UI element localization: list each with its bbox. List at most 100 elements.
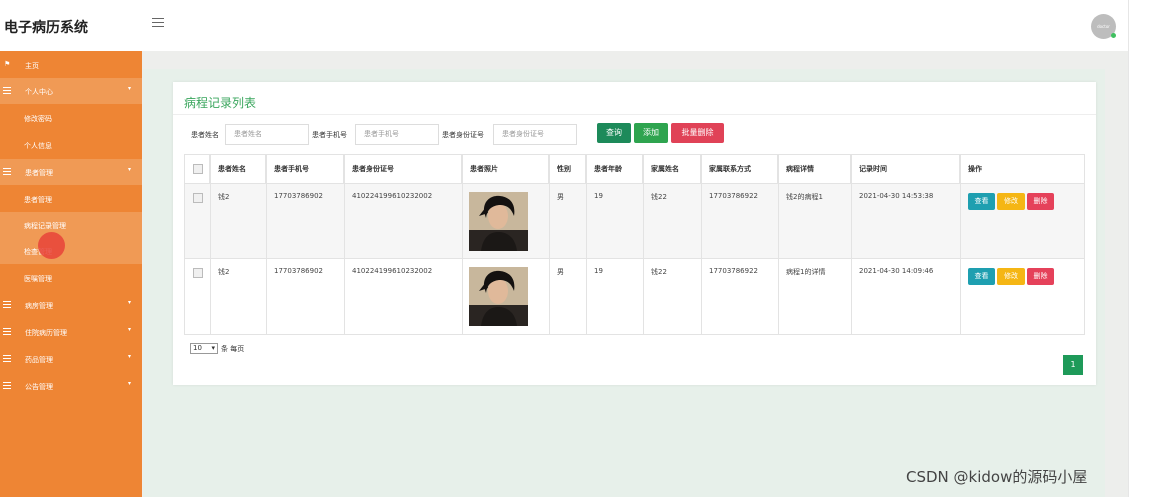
- chevron-down-icon: ▾: [128, 380, 132, 387]
- sidebar-item-ward[interactable]: 病房管理 ▾: [0, 292, 142, 318]
- cell-family-name: 钱22: [651, 268, 667, 276]
- phone-label: 患者手机号: [312, 131, 347, 139]
- page-size-value: 10: [193, 344, 202, 352]
- batch-delete-button[interactable]: 批量删除: [671, 123, 724, 143]
- watermark: CSDN @kidow的源码小屋: [906, 468, 1088, 486]
- menu-grid-icon: [3, 87, 11, 94]
- sidebar-item-label: 修改密码: [24, 115, 52, 123]
- top-bar: 电子病历系统 doctor: [0, 0, 1128, 51]
- menu-grid-icon: [3, 301, 11, 308]
- sidebar-item-change-password[interactable]: 修改密码: [0, 105, 142, 131]
- sidebar-item-label: 住院病历管理: [25, 329, 67, 337]
- cell-id-card: 410224199610232002: [352, 192, 433, 200]
- sidebar-item-inpatient-records[interactable]: 住院病历管理 ▾: [0, 319, 142, 345]
- column-divider: [701, 155, 702, 334]
- sidebar-item-label: 主页: [25, 62, 39, 70]
- sidebar-item-label: 个人信息: [24, 142, 52, 150]
- column-divider: [851, 155, 852, 334]
- column-header: 记录时间: [851, 155, 960, 183]
- per-page-text: 条 每页: [221, 345, 245, 353]
- row-checkbox[interactable]: [193, 193, 203, 203]
- view-button[interactable]: 查看: [968, 268, 995, 285]
- page-title: 病程记录列表: [184, 96, 257, 110]
- page-size-select[interactable]: 10 ▾: [190, 343, 218, 354]
- id-input[interactable]: 患者身份证号: [493, 124, 577, 145]
- sidebar-item-label: 药品管理: [25, 356, 53, 364]
- patient-photo: [469, 267, 528, 326]
- cell-family-phone: 17703786922: [709, 267, 758, 275]
- column-divider: [210, 155, 211, 334]
- cell-id-card: 410224199610232002: [352, 267, 433, 275]
- column-divider: [960, 155, 961, 334]
- column-divider: [266, 155, 267, 334]
- cell-gender: 男: [557, 268, 564, 276]
- cell-age: 19: [594, 267, 603, 275]
- select-all-checkbox[interactable]: [193, 164, 203, 174]
- page-button-current[interactable]: 1: [1063, 355, 1083, 375]
- add-button[interactable]: 添加: [634, 123, 668, 143]
- patient-photo: [469, 192, 528, 251]
- row-checkbox[interactable]: [193, 268, 203, 278]
- sidebar-item-orders[interactable]: 医嘱管理: [0, 265, 142, 291]
- flag-icon: ⚑: [4, 60, 11, 68]
- sidebar-item-label: 医嘱管理: [24, 275, 52, 283]
- phone-input[interactable]: 患者手机号: [355, 124, 439, 145]
- view-button[interactable]: 查看: [968, 193, 995, 210]
- column-header: 患者年龄: [586, 155, 643, 183]
- online-status-dot: [1111, 33, 1116, 38]
- sidebar-item-course-records[interactable]: 病程记录管理: [0, 212, 142, 238]
- id-label: 患者身份证号: [442, 131, 484, 139]
- column-header: 家属姓名: [643, 155, 701, 183]
- chevron-down-icon: ▾: [128, 326, 132, 333]
- sidebar: ⚑ 主页 个人中心 ▾ 修改密码 个人信息 患者管理 ▾ 患者管理 病程记录管理…: [0, 51, 142, 497]
- sidebar-item-personal-center[interactable]: 个人中心 ▾: [0, 78, 142, 104]
- sidebar-item-personal-info[interactable]: 个人信息: [0, 132, 142, 158]
- sidebar-item-label: 公告管理: [25, 383, 53, 391]
- column-divider: [586, 155, 587, 334]
- cell-phone: 17703786902: [274, 192, 323, 200]
- sidebar-item-drugs[interactable]: 药品管理 ▾: [0, 346, 142, 372]
- menu-grid-icon: [3, 168, 11, 175]
- hamburger-menu-icon[interactable]: [152, 18, 164, 28]
- menu-grid-icon: [3, 328, 11, 335]
- sidebar-item-label: 患者管理: [24, 196, 52, 204]
- sidebar-item-label: 个人中心: [25, 88, 53, 96]
- window-scrollbar[interactable]: [1128, 0, 1165, 497]
- menu-grid-icon: [3, 355, 11, 362]
- sidebar-item-patient-group[interactable]: 患者管理 ▾: [0, 159, 142, 185]
- records-table: 患者姓名 患者手机号 患者身份证号 患者照片 性别 患者年龄 家属姓名 家属联系…: [184, 154, 1085, 335]
- sidebar-item-home[interactable]: ⚑ 主页: [0, 52, 142, 78]
- column-header: 操作: [968, 165, 982, 173]
- delete-button[interactable]: 删除: [1027, 268, 1054, 285]
- column-header: 病程详情: [778, 155, 851, 183]
- name-label: 患者姓名: [191, 131, 219, 139]
- column-header: 患者身份证号: [344, 155, 462, 183]
- chevron-down-icon: ▾: [128, 299, 132, 306]
- edit-button[interactable]: 修改: [997, 193, 1025, 210]
- sidebar-item-patient-manage[interactable]: 患者管理: [0, 186, 142, 212]
- column-header: 性别: [549, 155, 586, 183]
- cell-time: 2021-04-30 14:53:38: [859, 192, 934, 200]
- sidebar-item-label: 病房管理: [25, 302, 53, 310]
- column-divider: [462, 155, 463, 334]
- name-input[interactable]: 患者姓名: [225, 124, 309, 145]
- click-indicator: [38, 232, 65, 259]
- app-title: 电子病历系统: [4, 20, 88, 36]
- sidebar-item-exam-manage[interactable]: 检查管理: [0, 238, 142, 264]
- cell-name: 钱2: [218, 268, 230, 276]
- chevron-down-icon: ▾: [211, 344, 215, 352]
- edit-button[interactable]: 修改: [997, 268, 1025, 285]
- menu-grid-icon: [3, 382, 11, 389]
- query-button[interactable]: 查询: [597, 123, 631, 143]
- cell-gender: 男: [557, 193, 564, 201]
- delete-button[interactable]: 删除: [1027, 193, 1054, 210]
- chevron-down-icon: ▾: [128, 166, 132, 173]
- column-divider: [778, 155, 779, 334]
- sidebar-item-notices[interactable]: 公告管理 ▾: [0, 373, 142, 399]
- column-header: 患者照片: [462, 155, 549, 183]
- cell-phone: 17703786902: [274, 267, 323, 275]
- sidebar-item-label: 病程记录管理: [24, 222, 66, 230]
- cell-detail: 病程1的详情: [786, 268, 826, 276]
- cell-detail: 钱2的病程1: [786, 193, 823, 201]
- column-header: 患者姓名: [210, 155, 266, 183]
